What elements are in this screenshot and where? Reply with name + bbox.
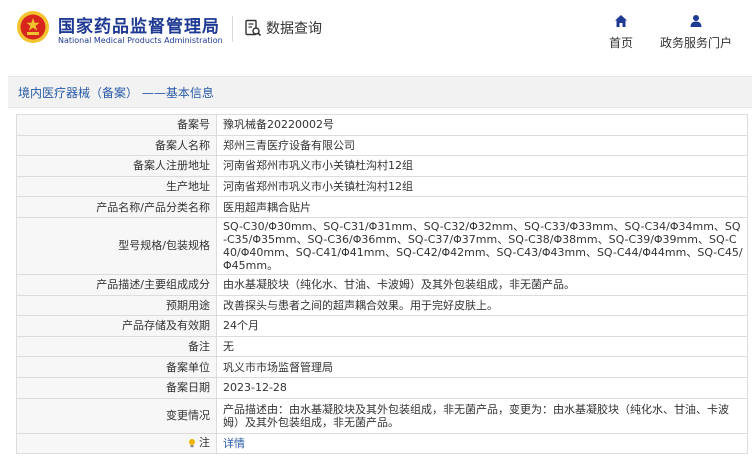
field-value: 改善探头与患者之间的超声耦合效果。用于完好皮肤上。: [216, 294, 748, 317]
field-label: 预期用途: [16, 294, 217, 317]
record-detail-table: 备案号 豫巩械备20220002号 备案人名称 郑州三青医疗设备有限公司 备案人…: [16, 114, 748, 455]
brand-subtitle: National Medical Products Administration: [58, 36, 223, 45]
national-emblem-icon: [17, 11, 49, 43]
field-label: 备案人注册地址: [16, 155, 217, 177]
nav-service-portal-label: 政务服务门户: [659, 36, 732, 50]
table-row: 产品名称/产品分类名称 医用超声耦合贴片: [16, 196, 748, 218]
field-label: 产品名称/产品分类名称: [16, 196, 217, 218]
data-query-heading: 数据查询: [244, 18, 322, 38]
note-label-text: 注: [199, 436, 210, 450]
section-title: 境内医疗器械（备案） ——基本信息: [8, 76, 752, 108]
field-label: 产品存储及有效期: [16, 315, 217, 337]
note-label-cell: 注: [16, 432, 217, 455]
field-value: 郑州三青医疗设备有限公司: [216, 134, 748, 157]
field-value: 河南省郑州市巩义市小关镇杜沟村12组: [216, 155, 748, 177]
field-value: 医用超声耦合贴片: [216, 196, 748, 218]
field-label: 备案日期: [16, 376, 217, 399]
field-value: 24个月: [216, 315, 748, 337]
field-label: 备案单位: [16, 356, 217, 378]
table-row-note: 注 详情: [16, 432, 748, 455]
user-icon: [690, 15, 702, 27]
field-label: 生产地址: [16, 175, 217, 198]
header-divider: [232, 16, 233, 42]
field-label: 备案人名称: [16, 134, 217, 157]
field-value: 无: [216, 335, 748, 358]
table-row: 生产地址 河南省郑州市巩义市小关镇杜沟村12组: [16, 175, 748, 198]
field-value: 河南省郑州市巩义市小关镇杜沟村12组: [216, 175, 748, 198]
table-row: 型号规格/包装规格 SQ-C30/Φ30mm、SQ-C31/Φ31mm、SQ-C…: [16, 216, 748, 275]
field-value: 2023-12-28: [216, 376, 748, 399]
nav-service-portal-link[interactable]: 政务服务门户: [656, 14, 736, 51]
field-label: 产品描述/主要组成成分: [16, 273, 217, 296]
table-row: 备案号 豫巩械备20220002号: [16, 114, 748, 136]
note-value-cell: 详情: [216, 432, 748, 455]
table-row: 预期用途 改善探头与患者之间的超声耦合效果。用于完好皮肤上。: [16, 294, 748, 317]
field-label: 变更情况: [16, 397, 217, 434]
field-value: 豫巩械备20220002号: [216, 114, 748, 136]
field-label: 型号规格/包装规格: [16, 216, 217, 275]
lightbulb-icon: [189, 438, 195, 447]
field-label: 备注: [16, 335, 217, 358]
note-label: 注: [187, 436, 210, 449]
table-row: 备案人注册地址 河南省郑州市巩义市小关镇杜沟村12组: [16, 155, 748, 177]
home-icon: [615, 15, 627, 27]
field-value: 巩义市市场监督管理局: [216, 356, 748, 378]
details-link[interactable]: 详情: [223, 437, 245, 450]
table-row: 备案日期 2023-12-28: [16, 376, 748, 399]
field-value: SQ-C30/Φ30mm、SQ-C31/Φ31mm、SQ-C32/Φ32mm、S…: [216, 216, 748, 275]
nav-home-label: 首页: [608, 36, 633, 50]
table-row: 产品存储及有效期 24个月: [16, 315, 748, 337]
data-query-label: 数据查询: [266, 21, 322, 37]
field-label: 备案号: [16, 114, 217, 136]
nav-home-link[interactable]: 首页: [606, 14, 636, 51]
document-search-icon: [245, 19, 262, 37]
table-row: 变更情况 产品描述由：由水基凝胶块及其外包装组成，非无菌产品，变更为：由水基凝胶…: [16, 397, 748, 434]
brand-title: 国家药品监督管理局: [58, 17, 220, 37]
table-row: 备案单位 巩义市市场监督管理局: [16, 356, 748, 378]
table-row: 产品描述/主要组成成分 由水基凝胶块（纯化水、甘油、卡波姆）及其外包装组成，非无…: [16, 273, 748, 296]
site-header: 国家药品监督管理局 National Medical Products Admi…: [0, 0, 752, 56]
field-value: 由水基凝胶块（纯化水、甘油、卡波姆）及其外包装组成，非无菌产品。: [216, 273, 748, 296]
table-row: 备案人名称 郑州三青医疗设备有限公司: [16, 134, 748, 157]
header-spacer: [0, 56, 752, 76]
field-value: 产品描述由：由水基凝胶块及其外包装组成，非无菌产品，变更为：由水基凝胶块（纯化水…: [216, 397, 748, 434]
table-row: 备注 无: [16, 335, 748, 358]
